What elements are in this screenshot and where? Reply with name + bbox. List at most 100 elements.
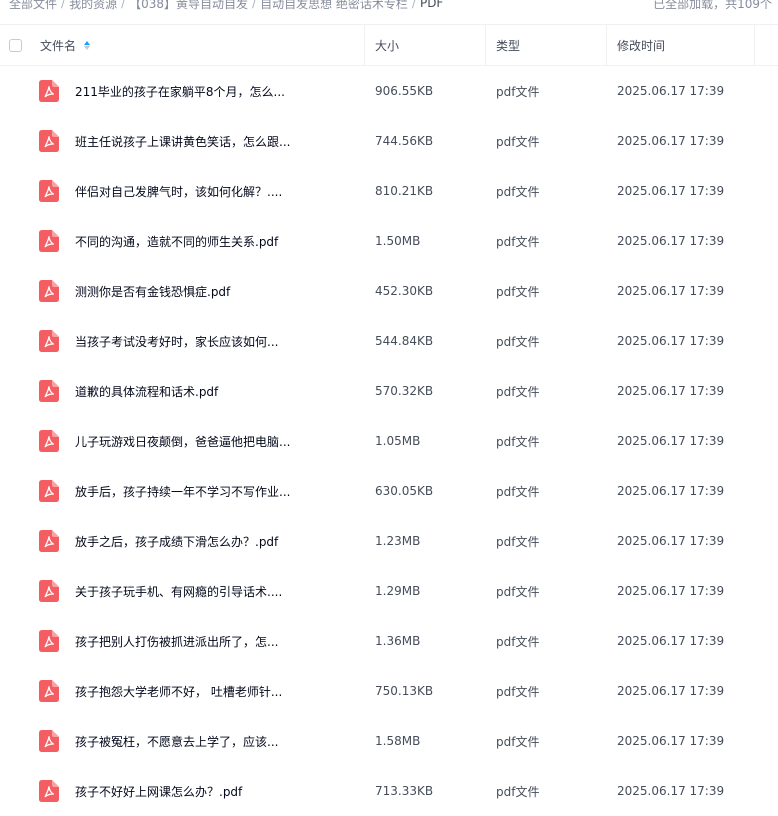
file-type: pdf文件 bbox=[496, 634, 540, 649]
file-type: pdf文件 bbox=[496, 84, 540, 99]
select-all-checkbox[interactable] bbox=[9, 38, 22, 52]
top-bar: 全部文件 / 我的资源 / 【038】黄导自动自发 / 自动自发思想 绝密话术专… bbox=[0, 0, 778, 14]
pdf-file-icon bbox=[39, 330, 59, 352]
file-name[interactable]: 儿子玩游戏日夜颠倒，爸爸逼他把电脑... bbox=[75, 433, 375, 450]
column-header-modified[interactable]: 修改时间 bbox=[607, 25, 755, 65]
file-row[interactable]: 孩子被冤枉，不愿意去上学了，应该... 1.58MB pdf文件 2025.06… bbox=[0, 716, 778, 766]
file-row[interactable]: 测测你是否有金钱恐惧症.pdf 452.30KB pdf文件 2025.06.1… bbox=[0, 266, 778, 316]
file-name[interactable]: 孩子把别人打伤被抓进派出所了，怎... bbox=[75, 633, 375, 650]
file-name[interactable]: 道歉的具体流程和话术.pdf bbox=[75, 383, 375, 400]
file-size: 630.05KB bbox=[375, 484, 434, 498]
file-row[interactable]: 放手之后，孩子成绩下滑怎么办？.pdf 1.23MB pdf文件 2025.06… bbox=[0, 516, 778, 566]
breadcrumb-all-files[interactable]: 全部文件 bbox=[9, 0, 57, 12]
file-modified-time: 2025.06.17 17:39 bbox=[617, 734, 725, 748]
file-name[interactable]: 不同的沟通，造就不同的师生关系.pdf bbox=[75, 233, 375, 250]
file-modified-time: 2025.06.17 17:39 bbox=[617, 384, 725, 398]
file-icon-cell bbox=[0, 680, 75, 702]
file-name[interactable]: 测测你是否有金钱恐惧症.pdf bbox=[75, 283, 375, 300]
file-modified-time: 2025.06.17 17:39 bbox=[617, 84, 725, 98]
file-size: 1.05MB bbox=[375, 434, 421, 448]
file-type: pdf文件 bbox=[496, 534, 540, 549]
load-status: 已全部加载，共109个 bbox=[653, 0, 772, 11]
breadcrumb-separator: / bbox=[252, 0, 257, 10]
file-row[interactable]: 孩子把别人打伤被抓进派出所了，怎... 1.36MB pdf文件 2025.06… bbox=[0, 616, 778, 666]
file-row[interactable]: 关于孩子玩手机、有网瘾的引导话术.... 1.29MB pdf文件 2025.0… bbox=[0, 566, 778, 616]
file-size: 744.56KB bbox=[375, 134, 434, 148]
file-name[interactable]: 放手之后，孩子成绩下滑怎么办？.pdf bbox=[75, 533, 375, 550]
file-type: pdf文件 bbox=[496, 334, 540, 349]
pdf-file-icon bbox=[39, 180, 59, 202]
file-icon-cell bbox=[0, 730, 75, 752]
column-header-modified-label: 修改时间 bbox=[617, 38, 666, 53]
file-name[interactable]: 孩子被冤枉，不愿意去上学了，应该... bbox=[75, 733, 375, 750]
file-row[interactable]: 道歉的具体流程和话术.pdf 570.32KB pdf文件 2025.06.17… bbox=[0, 366, 778, 416]
file-size: 452.30KB bbox=[375, 284, 434, 298]
file-type: pdf文件 bbox=[496, 784, 540, 799]
file-icon-cell bbox=[0, 330, 75, 352]
file-type: pdf文件 bbox=[496, 234, 540, 249]
file-modified-time: 2025.06.17 17:39 bbox=[617, 434, 725, 448]
file-list-header: 文件名 大小 类型 修改时间 bbox=[0, 24, 778, 66]
pdf-file-icon bbox=[39, 480, 59, 502]
file-name[interactable]: 孩子抱怨大学老师不好， 吐槽老师针... bbox=[75, 683, 375, 700]
file-type: pdf文件 bbox=[496, 684, 540, 699]
breadcrumb-folder-scripts[interactable]: 自动自发思想 绝密话术专栏 bbox=[260, 0, 408, 12]
breadcrumb-folder-038[interactable]: 【038】黄导自动自发 bbox=[129, 0, 248, 12]
file-icon-cell bbox=[0, 580, 75, 602]
file-type: pdf文件 bbox=[496, 734, 540, 749]
column-header-size[interactable]: 大小 bbox=[365, 25, 486, 65]
file-modified-time: 2025.06.17 17:39 bbox=[617, 634, 725, 648]
file-size: 810.21KB bbox=[375, 184, 434, 198]
file-row[interactable]: 当孩子考试没考好时，家长应该如何... 544.84KB pdf文件 2025.… bbox=[0, 316, 778, 366]
pdf-file-icon bbox=[39, 380, 59, 402]
file-type: pdf文件 bbox=[496, 434, 540, 449]
file-name[interactable]: 伴侣对自己发脾气时，该如何化解？.... bbox=[75, 183, 375, 200]
file-row[interactable]: 孩子抱怨大学老师不好， 吐槽老师针... 750.13KB pdf文件 2025… bbox=[0, 666, 778, 716]
file-row[interactable]: 孩子不好好上网课怎么办？.pdf 713.33KB pdf文件 2025.06.… bbox=[0, 766, 778, 816]
pdf-file-icon bbox=[39, 780, 59, 802]
file-modified-time: 2025.06.17 17:39 bbox=[617, 584, 725, 598]
file-name[interactable]: 当孩子考试没考好时，家长应该如何... bbox=[75, 333, 375, 350]
file-name[interactable]: 放手后，孩子持续一年不学习不写作业... bbox=[75, 483, 375, 500]
sort-ascending-icon[interactable] bbox=[84, 40, 91, 50]
file-modified-time: 2025.06.17 17:39 bbox=[617, 184, 725, 198]
column-header-type[interactable]: 类型 bbox=[486, 25, 607, 65]
file-name[interactable]: 班主任说孩子上课讲黄色笑话，怎么跟... bbox=[75, 133, 375, 150]
file-type: pdf文件 bbox=[496, 584, 540, 599]
select-all-cell bbox=[0, 25, 40, 65]
file-size: 906.55KB bbox=[375, 84, 434, 98]
column-header-name[interactable]: 文件名 bbox=[40, 25, 365, 65]
file-row[interactable]: 放手后，孩子持续一年不学习不写作业... 630.05KB pdf文件 2025… bbox=[0, 466, 778, 516]
file-modified-time: 2025.06.17 17:39 bbox=[617, 134, 725, 148]
file-type: pdf文件 bbox=[496, 184, 540, 199]
file-name[interactable]: 211毕业的孩子在家躺平8个月，怎么... bbox=[75, 83, 375, 100]
breadcrumb-my-resources[interactable]: 我的资源 bbox=[69, 0, 117, 12]
column-header-name-label: 文件名 bbox=[40, 38, 77, 53]
breadcrumb-current-folder: PDF bbox=[419, 0, 444, 10]
file-size: 1.50MB bbox=[375, 234, 421, 248]
file-row[interactable]: 班主任说孩子上课讲黄色笑话，怎么跟... 744.56KB pdf文件 2025… bbox=[0, 116, 778, 166]
file-size: 570.32KB bbox=[375, 384, 434, 398]
file-row[interactable]: 211毕业的孩子在家躺平8个月，怎么... 906.55KB pdf文件 202… bbox=[0, 66, 778, 116]
file-row[interactable]: 伴侣对自己发脾气时，该如何化解？.... 810.21KB pdf文件 2025… bbox=[0, 166, 778, 216]
file-name[interactable]: 关于孩子玩手机、有网瘾的引导话术.... bbox=[75, 583, 375, 600]
file-type: pdf文件 bbox=[496, 134, 540, 149]
file-size: 1.58MB bbox=[375, 734, 421, 748]
file-icon-cell bbox=[0, 180, 75, 202]
pdf-file-icon bbox=[39, 730, 59, 752]
file-icon-cell bbox=[0, 780, 75, 802]
file-row[interactable]: 儿子玩游戏日夜颠倒，爸爸逼他把电脑... 1.05MB pdf文件 2025.0… bbox=[0, 416, 778, 466]
file-icon-cell bbox=[0, 130, 75, 152]
file-row[interactable]: 不同的沟通，造就不同的师生关系.pdf 1.50MB pdf文件 2025.06… bbox=[0, 216, 778, 266]
file-icon-cell bbox=[0, 380, 75, 402]
file-list: 211毕业的孩子在家躺平8个月，怎么... 906.55KB pdf文件 202… bbox=[0, 66, 778, 816]
breadcrumb-separator: / bbox=[61, 0, 66, 10]
file-icon-cell bbox=[0, 530, 75, 552]
file-name[interactable]: 孩子不好好上网课怎么办？.pdf bbox=[75, 783, 375, 800]
file-type: pdf文件 bbox=[496, 384, 540, 399]
file-icon-cell bbox=[0, 480, 75, 502]
file-size: 1.36MB bbox=[375, 634, 421, 648]
breadcrumb-separator: / bbox=[411, 0, 416, 10]
file-size: 1.29MB bbox=[375, 584, 421, 598]
file-modified-time: 2025.06.17 17:39 bbox=[617, 334, 725, 348]
